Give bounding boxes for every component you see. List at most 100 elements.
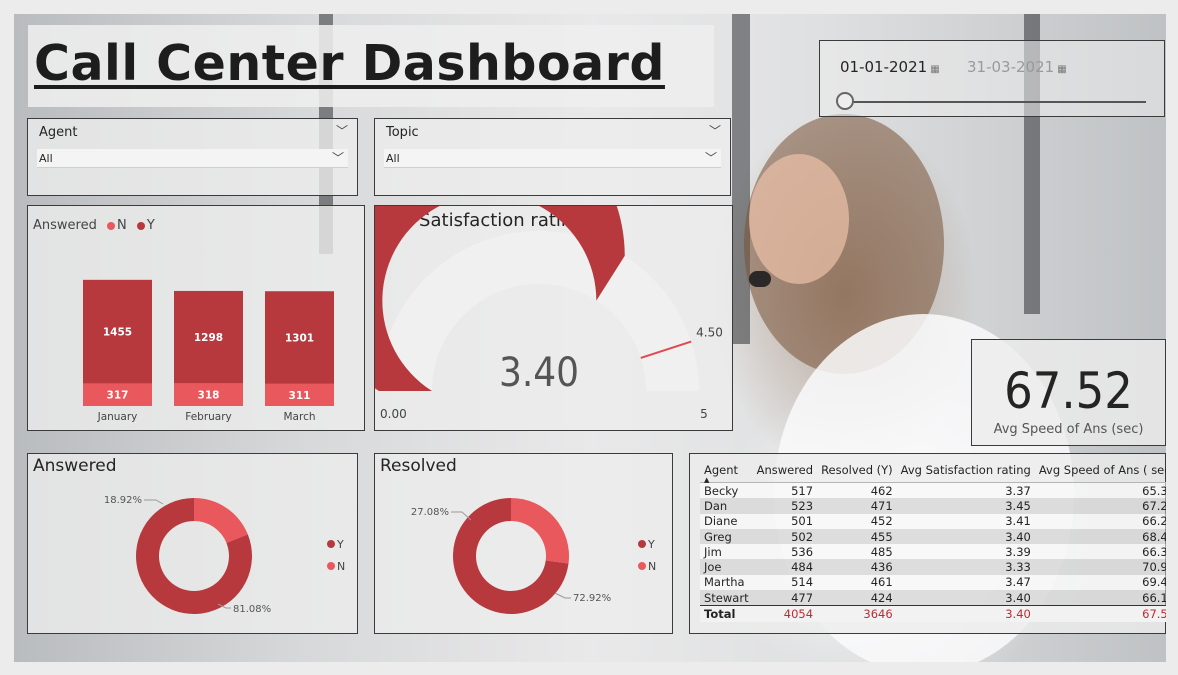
table-cell: 3.39 (896, 544, 1035, 560)
x-axis-tick-label: January (97, 411, 138, 423)
date-slider-handle[interactable] (836, 92, 854, 110)
table-cell: 3.37 (896, 482, 1035, 499)
gauge-max-label: 5 (700, 407, 708, 421)
kpi-label: Avg Speed of Ans (sec) (993, 422, 1144, 437)
agent-dropdown[interactable]: All ﹀ (37, 149, 348, 168)
satisfaction-gauge-card[interactable]: Avg Satisfaction rating 3.40 0.00 5 4.50 (374, 205, 733, 431)
topic-slicer[interactable]: Topic ﹀ All ﹀ (374, 118, 731, 196)
agent-name-cell: Joe (700, 559, 753, 575)
calendar-icon[interactable]: ▦ (930, 64, 939, 75)
table-cell: 65.33 (1034, 482, 1166, 499)
table-cell: 523 (752, 498, 818, 514)
bar-chart-svg: 317 1455 January 318 1298 February 311 1301 Marc… (83, 279, 334, 423)
bar-data-label: 1298 (194, 332, 223, 344)
table-row[interactable]: Becky5174623.3765.33 (700, 482, 1166, 499)
table-cell: 517 (752, 482, 818, 499)
legend-label-n: N (648, 560, 656, 573)
table-cell: 68.44 (1034, 528, 1166, 545)
donut-label-y: 81.08% (233, 604, 271, 615)
chevron-down-icon[interactable]: ﹀ (332, 149, 344, 168)
column-header-answered[interactable]: Answered (752, 460, 818, 483)
date-slider-track[interactable] (846, 101, 1146, 103)
column-header-agent[interactable]: Agent ▲ (700, 460, 753, 484)
table-cell: 461 (817, 574, 897, 591)
table-row[interactable]: Greg5024553.4068.44 (700, 528, 1166, 545)
legend-dot-n (638, 562, 646, 570)
end-date-input[interactable]: 31-03-2021 ▦ (967, 58, 1067, 76)
topic-dropdown-value: All (386, 152, 400, 165)
table-cell: 536 (752, 544, 818, 560)
calendar-icon[interactable]: ▦ (1057, 64, 1066, 75)
chevron-down-icon[interactable]: ﹀ (709, 122, 721, 139)
answered-donut-svg: 18.92% 81.08% YN (104, 495, 345, 615)
table-total-row: Total 4054 3646 3.40 67.52 (700, 605, 1166, 622)
chevron-down-icon[interactable]: ﹀ (705, 149, 717, 168)
table-cell: 477 (752, 590, 818, 606)
agent-slicer[interactable]: Agent ﹀ All ﹀ (27, 118, 358, 196)
bar-data-label: 317 (107, 390, 129, 402)
agent-name-cell: Dan (700, 498, 753, 514)
table-row[interactable]: Stewart4774243.4066.18 (700, 590, 1166, 606)
table-cell: 471 (817, 498, 897, 514)
table-cell: 3.45 (896, 498, 1035, 514)
table-cell: 436 (817, 559, 897, 575)
x-axis-tick-label: March (283, 411, 315, 423)
legend-label-y: Y (336, 538, 344, 551)
agent-name-cell: Becky (700, 482, 753, 499)
page-title: Call Center Dashboard (28, 25, 714, 107)
legend-dot-y (638, 540, 646, 548)
table-cell: 69.49 (1034, 574, 1166, 591)
agent-name-cell: Greg (700, 528, 753, 545)
sort-ascending-icon[interactable]: ▲ (704, 476, 709, 484)
donut-label-n: 27.08% (411, 507, 449, 518)
table-cell: 66.34 (1034, 544, 1166, 560)
agent-name-cell: Stewart (700, 590, 753, 606)
background-window-frame (732, 14, 750, 344)
answered-donut-card[interactable]: Answered 18.92% 81.08% Y N (27, 453, 358, 634)
avg-speed-kpi-card[interactable]: 67.52 Avg Speed of Ans (sec) (971, 339, 1166, 446)
table-cell: 502 (752, 528, 818, 545)
start-date-input[interactable]: 01-01-2021 ▦ (840, 58, 940, 76)
resolved-donut-card[interactable]: Resolved 27.08% 72.92% Y N (374, 453, 673, 634)
answered-by-month-chart[interactable]: Answered N Y 317 1455 January 318 1298 Februa… (27, 205, 365, 431)
resolved-donut-svg: 27.08% 72.92% YN (411, 498, 656, 614)
end-date-value: 31-03-2021 (967, 58, 1055, 76)
table-cell: 70.99 (1034, 559, 1166, 575)
legend-label-n: N (337, 560, 345, 573)
table-cell: 485 (817, 544, 897, 560)
table-cell: 3.47 (896, 574, 1035, 591)
chevron-down-icon[interactable]: ﹀ (336, 122, 348, 139)
bar-data-label: 318 (198, 390, 220, 402)
total-cell: 67.52 (1034, 605, 1166, 622)
column-header-avg-speed[interactable]: Avg Speed of Ans ( sec) (1034, 460, 1166, 483)
legend-dot-n (327, 562, 335, 570)
table-cell: 66.27 (1034, 513, 1166, 529)
date-range-slicer[interactable]: 01-01-2021 ▦ 31-03-2021 ▦ (819, 40, 1165, 117)
table-cell: 66.18 (1034, 590, 1166, 606)
donut-slice-n[interactable] (194, 498, 248, 543)
table-row[interactable]: Martha5144613.4769.49 (700, 574, 1166, 591)
column-header-resolved[interactable]: Resolved (Y) (817, 460, 897, 483)
table-cell: 3.40 (896, 590, 1035, 606)
start-date-value: 01-01-2021 (840, 58, 928, 76)
donut-slice-n[interactable] (511, 498, 569, 564)
table-row[interactable]: Diane5014523.4166.27 (700, 513, 1166, 529)
table-row[interactable]: Dan5234713.4567.28 (700, 498, 1166, 514)
agent-name-cell: Diane (700, 513, 753, 529)
total-cell: Total (700, 605, 753, 622)
table-row[interactable]: Jim5364853.3966.34 (700, 544, 1166, 560)
table-cell: 484 (752, 559, 818, 575)
x-axis-tick-label: February (185, 411, 232, 423)
table-cell: 3.33 (896, 559, 1035, 575)
donut-label-y: 72.92% (573, 593, 611, 604)
donut-label-n: 18.92% (104, 495, 142, 506)
agent-table: Agent ▲ Answered Resolved (Y) Avg Satisf… (700, 460, 1166, 622)
column-header-avg-satisfaction[interactable]: Avg Satisfaction rating (896, 460, 1035, 483)
background-headset (749, 271, 771, 287)
column-header-label: Agent (704, 463, 739, 477)
bar-data-label: 311 (289, 390, 311, 402)
topic-dropdown[interactable]: All ﹀ (384, 149, 721, 168)
total-cell: 3646 (817, 605, 897, 622)
agent-table-card[interactable]: Agent ▲ Answered Resolved (Y) Avg Satisf… (689, 453, 1166, 634)
table-row[interactable]: Joe4844363.3370.99 (700, 559, 1166, 575)
